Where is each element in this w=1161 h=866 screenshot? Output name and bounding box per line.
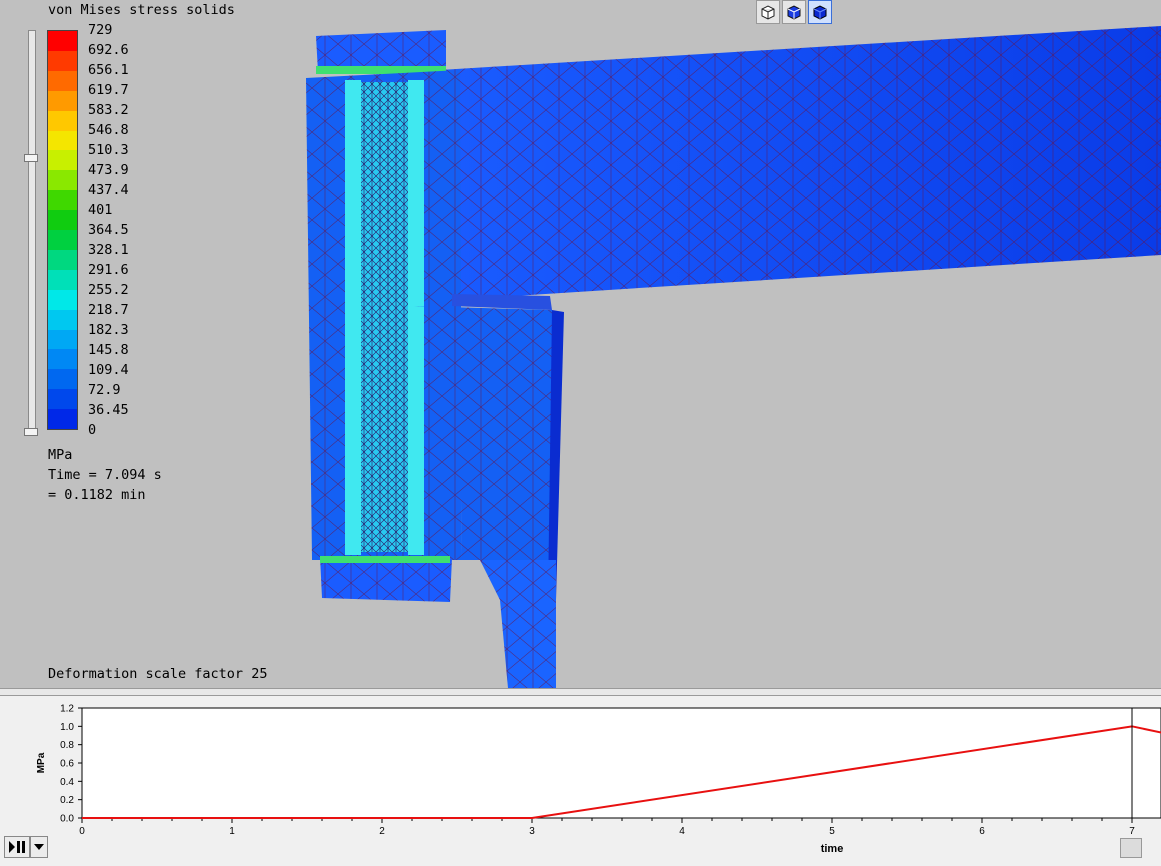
y-tick-label: 0.0 — [60, 814, 74, 825]
colorbar-segment — [48, 329, 77, 350]
chevron-down-icon — [34, 844, 44, 850]
colorbar-segment — [48, 210, 77, 231]
y-axis-label: MPa — [36, 752, 47, 773]
colorbar-segment — [48, 369, 77, 390]
time-history-panel: 0 1 2 3 4 5 6 7 0.0 0.2 0.4 0.6 0.8 1.0 1.2 time MPa — [0, 696, 1161, 866]
solid-view-button[interactable] — [782, 0, 806, 24]
colorbar-segment — [48, 349, 77, 370]
colorbar-segment — [48, 90, 77, 112]
colorbar-tick-label: 546.8 — [88, 122, 129, 138]
colorbar-segment — [48, 389, 77, 410]
colorbar-tick-label: 473.9 — [88, 162, 129, 178]
colorbar-segment — [48, 249, 77, 271]
y-tick-label: 0.8 — [60, 740, 74, 751]
colorbar-segment — [48, 409, 77, 430]
panel-corner-button[interactable] — [1120, 838, 1142, 858]
bolt-strip-right — [408, 80, 424, 555]
panel-splitter[interactable] — [0, 688, 1161, 696]
x-axis-label: time — [821, 843, 844, 855]
colorbar-tick-label: 401 — [88, 202, 113, 218]
y-tick-label: 1.2 — [60, 704, 74, 715]
x-tick-label: 4 — [679, 826, 685, 837]
colorbar-tick-label: 72.9 — [88, 382, 121, 398]
bolt-strip-left — [345, 80, 361, 555]
shaded-view-button[interactable] — [808, 0, 832, 24]
deformation-label: Deformation scale factor 25 — [48, 666, 268, 682]
colorbar-segment — [48, 269, 77, 291]
colorbar-segment — [48, 31, 77, 52]
colorbar-tick-label: 218.7 — [88, 302, 129, 318]
legend-title: von Mises stress solids — [48, 2, 235, 18]
colorbar-segment — [48, 130, 77, 151]
time-seconds-label: Time = 7.094 s — [48, 467, 162, 483]
y-tick-label: 0.6 — [60, 759, 74, 770]
legend-slider-track[interactable] — [28, 30, 36, 434]
colorbar-tick-label: 36.45 — [88, 402, 129, 418]
colorbar-tick-label: 182.3 — [88, 322, 129, 338]
fea-model[interactable] — [0, 0, 1161, 688]
colorbar-tick-label: 656.1 — [88, 62, 129, 78]
colorbar-segment — [48, 110, 77, 131]
colorbar-tick-label: 583.2 — [88, 102, 129, 118]
x-tick-label: 3 — [529, 826, 535, 837]
colorbar-segment — [48, 190, 77, 211]
colorbar-tick-label: 437.4 — [88, 182, 129, 198]
colorbar-tick-label: 109.4 — [88, 362, 129, 378]
colorbar-tick-label: 692.6 — [88, 42, 129, 58]
solid-cube-icon — [787, 5, 801, 20]
colorbar-tick-label: 291.6 — [88, 262, 129, 278]
time-minutes-label: = 0.1182 min — [48, 487, 146, 503]
colorbar-tick-label: 364.5 — [88, 222, 129, 238]
model-viewport[interactable]: von Mises stress solids 729 692.6 656.1 619… — [0, 0, 1161, 688]
colorbar — [47, 30, 78, 430]
x-tick-label: 5 — [829, 826, 835, 837]
colorbar-segment — [48, 289, 77, 311]
shaded-cube-icon — [813, 5, 827, 20]
play-pause-icon — [9, 841, 25, 853]
x-tick-label: 7 — [1129, 826, 1135, 837]
wireframe-view-button[interactable] — [756, 0, 780, 24]
x-tick-label: 0 — [79, 826, 85, 837]
wireframe-cube-icon — [761, 5, 775, 20]
colorbar-tick-label: 0 — [88, 422, 97, 438]
unit-label: MPa — [48, 447, 73, 463]
view-mode-buttons — [756, 0, 832, 26]
time-history-chart: 0 1 2 3 4 5 6 7 0.0 0.2 0.4 0.6 0.8 1.0 1.2 time MPa — [36, 704, 1161, 855]
slider-handle-top[interactable] — [24, 154, 38, 162]
y-tick-label: 0.4 — [60, 777, 74, 788]
play-pause-button[interactable] — [4, 836, 30, 858]
colorbar-segment — [48, 70, 77, 92]
colorbar-segment — [48, 150, 77, 171]
x-tick-label: 2 — [379, 826, 385, 837]
colorbar-tick-label: 145.8 — [88, 342, 129, 358]
colorbar-segment — [48, 230, 77, 251]
colorbar-segment — [48, 170, 77, 191]
colorbar-tick-label: 510.3 — [88, 142, 129, 158]
colorbar-tick-label: 619.7 — [88, 82, 129, 98]
y-tick-label: 0.2 — [60, 795, 74, 806]
colorbar-segment — [48, 50, 77, 72]
colorbar-tick-label: 255.2 — [88, 282, 129, 298]
colorbar-segment — [48, 309, 77, 330]
playback-dropdown-button[interactable] — [30, 836, 48, 858]
colorbar-tick-label: 328.1 — [88, 242, 129, 258]
colorbar-tick-label: 729 — [88, 22, 113, 38]
x-tick-label: 1 — [229, 826, 235, 837]
y-tick-label: 1.0 — [60, 722, 74, 733]
x-tick-label: 6 — [979, 826, 985, 837]
slider-handle-bottom[interactable] — [24, 428, 38, 436]
plot-area — [81, 707, 1161, 819]
